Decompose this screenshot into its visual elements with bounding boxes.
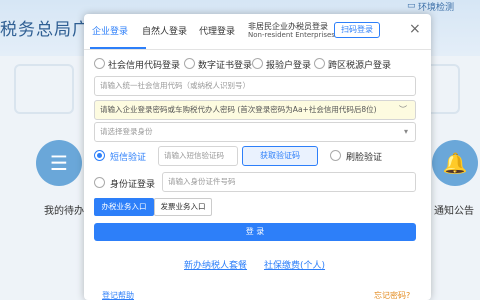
decorative-shape bbox=[14, 64, 74, 114]
bell-icon[interactable]: 🔔 bbox=[432, 140, 478, 186]
radio-inspection-household-label[interactable]: 报验户登录 bbox=[266, 58, 311, 71]
radio-sms-verify-label[interactable]: 短信验证 bbox=[110, 150, 146, 163]
invoice-business-entry-button[interactable]: 发票业务入口 bbox=[154, 198, 212, 216]
notice-label[interactable]: 通知公告 bbox=[434, 202, 474, 217]
login-button[interactable]: 登 录 bbox=[94, 223, 416, 241]
new-taxpayer-kit-link[interactable]: 新办纳税人套餐 bbox=[184, 258, 247, 271]
identity-select[interactable]: 请选择登录身份 bbox=[94, 122, 416, 142]
radio-id-card-login-label[interactable]: 身份证登录 bbox=[110, 177, 155, 190]
tax-business-entry-button[interactable]: 办税业务入口 bbox=[94, 198, 154, 216]
radio-credit-code[interactable] bbox=[94, 58, 105, 69]
todo-icon[interactable]: ☰ bbox=[36, 140, 82, 186]
sms-code-input[interactable]: 请输入短信验证码 bbox=[158, 146, 238, 166]
password-input[interactable]: 请输入企业登录密码或车购税代办人密码 (首次登录密码为Aa+社会信用代码后8位) bbox=[94, 100, 416, 120]
radio-digital-cert[interactable] bbox=[184, 58, 195, 69]
radio-inspection-household[interactable] bbox=[252, 58, 263, 69]
tab-agent-login[interactable]: 代理登录 bbox=[199, 24, 235, 37]
radio-id-card-login[interactable] bbox=[94, 177, 105, 188]
tab-nonresident-login[interactable]: 非居民企业办税员登录 Non-resident Enterprises Tx bbox=[248, 22, 346, 40]
radio-credit-code-label[interactable]: 社会信用代码登录 bbox=[108, 58, 180, 71]
chevron-down-icon: ▾ bbox=[404, 127, 409, 136]
eye-icon[interactable]: ︶ bbox=[399, 104, 407, 115]
id-card-input[interactable]: 请输入身份证件号码 bbox=[162, 172, 416, 192]
login-dialog: 企业登录 自然人登录 代理登录 非居民企业办税员登录 Non-resident … bbox=[84, 14, 431, 300]
tab-enterprise-login[interactable]: 企业登录 bbox=[92, 24, 128, 37]
forgot-password-link[interactable]: 忘记密码? bbox=[374, 290, 410, 300]
my-todo-label[interactable]: 我的待办 bbox=[44, 202, 84, 217]
active-tab-indicator bbox=[90, 47, 146, 49]
environment-check-link[interactable]: 环境检测 bbox=[418, 0, 454, 13]
nonresident-tab-label: 非居民企业办税员登录 bbox=[248, 22, 328, 31]
radio-face-verify[interactable] bbox=[330, 150, 341, 161]
monitor-icon: ▭ bbox=[407, 1, 416, 11]
login-tabs: 企业登录 自然人登录 代理登录 非居民企业办税员登录 Non-resident … bbox=[84, 14, 431, 50]
tab-natural-person-login[interactable]: 自然人登录 bbox=[142, 24, 187, 37]
radio-digital-cert-label[interactable]: 数字证书登录 bbox=[198, 58, 252, 71]
social-insurance-link[interactable]: 社保缴费(个人) bbox=[264, 258, 325, 271]
radio-cross-region-label[interactable]: 跨区税源户登录 bbox=[328, 58, 391, 71]
get-code-button[interactable]: 获取验证码 bbox=[242, 146, 318, 166]
radio-face-verify-label[interactable]: 刷脸验证 bbox=[346, 150, 382, 163]
scan-login-button[interactable]: 扫码登录 bbox=[334, 22, 380, 38]
close-icon[interactable]: × bbox=[409, 21, 421, 37]
radio-cross-region[interactable] bbox=[314, 58, 325, 69]
credit-code-input[interactable]: 请输入统一社会信用代码（或纳税人识别号） bbox=[94, 76, 416, 96]
register-help-link[interactable]: 登记帮助 bbox=[102, 290, 134, 300]
nonresident-tab-sublabel: Non-resident Enterprises Tx bbox=[248, 31, 346, 39]
radio-sms-verify[interactable] bbox=[94, 150, 105, 161]
